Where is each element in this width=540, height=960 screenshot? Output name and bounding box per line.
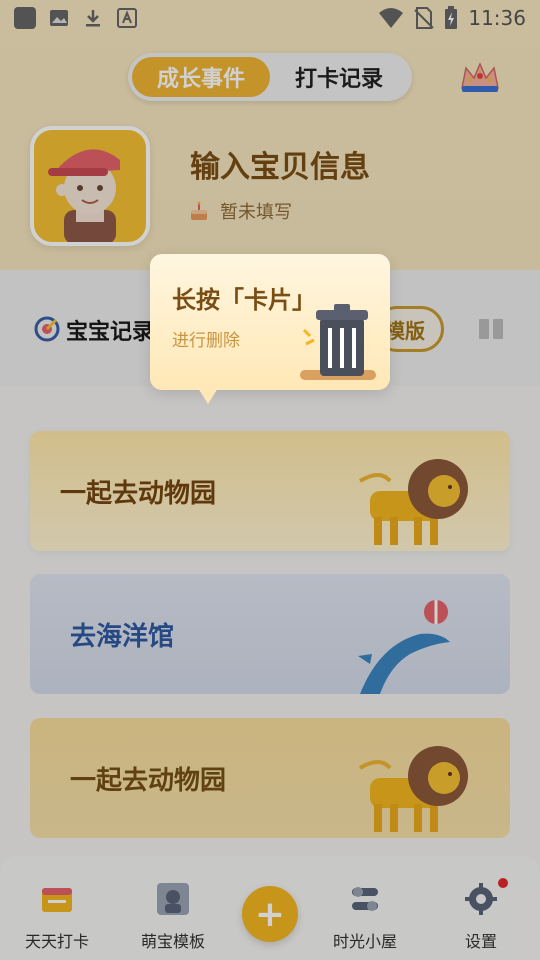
tooltip-subtitle: 进行删除 (172, 331, 240, 351)
nav-baby-templates[interactable]: 萌宝模板 (128, 856, 218, 960)
lion-icon (358, 459, 468, 545)
no-sim-icon (414, 7, 435, 29)
nav-label: 设置 (464, 932, 497, 951)
delete-hint-tooltip: 长按「卡片」 进行删除 (150, 254, 390, 390)
baby-birthday-row: 暂未填写 (188, 198, 292, 224)
tooltip-arrow (198, 388, 218, 404)
baby-name-title[interactable]: 输入宝贝信息 (190, 142, 370, 186)
event-card[interactable]: 一起去动物园 (30, 718, 510, 838)
clock-time: 11:36 (468, 6, 526, 30)
plus-icon: + (254, 893, 286, 935)
gear-icon (465, 883, 497, 915)
image-icon (48, 7, 70, 29)
segment-tabs: 成长事件 打卡记录 (128, 53, 412, 101)
nav-label: 天天打卡 (24, 932, 89, 951)
cake-icon (191, 201, 207, 220)
app-icon (14, 7, 36, 29)
calendar-card-icon (42, 888, 72, 912)
download-icon (82, 7, 104, 29)
event-card[interactable]: 一起去动物园 (30, 431, 510, 551)
notification-dot (498, 878, 508, 888)
grid-icon[interactable] (478, 318, 504, 340)
font-icon (116, 7, 138, 29)
baby-photo-icon (157, 883, 189, 915)
nav-daily-checkin[interactable]: 天天打卡 (12, 856, 102, 960)
nav-time-house[interactable]: 时光小屋 (320, 856, 410, 960)
wifi-icon (379, 8, 404, 28)
add-button[interactable]: + (242, 886, 298, 942)
baby-avatar[interactable] (30, 126, 150, 246)
baby-birthday-text: 暂未填写 (220, 202, 292, 223)
nav-label: 萌宝模板 (140, 932, 205, 951)
event-card[interactable]: 去海洋馆 (30, 574, 510, 694)
toggles-icon (352, 887, 378, 911)
kid-illustration (48, 149, 120, 242)
battery-icon (445, 6, 458, 29)
event-card-label: 去海洋馆 (70, 621, 175, 652)
crown-icon[interactable] (458, 60, 502, 96)
status-bar: 11:36 (0, 0, 540, 36)
records-title: 宝宝记录 (66, 320, 155, 345)
dolphin-icon (358, 600, 450, 694)
tab-checkin-records[interactable]: 打卡记录 (270, 57, 408, 97)
nav-label: 时光小屋 (332, 932, 397, 951)
trash-icon (300, 304, 376, 380)
nav-settings[interactable]: 设置 (436, 856, 526, 960)
record-icon (34, 316, 60, 342)
tab-growth-events[interactable]: 成长事件 (132, 57, 270, 97)
event-card-label: 一起去动物园 (60, 478, 217, 509)
event-card-label: 一起去动物园 (70, 765, 227, 796)
lion-icon (358, 746, 468, 832)
